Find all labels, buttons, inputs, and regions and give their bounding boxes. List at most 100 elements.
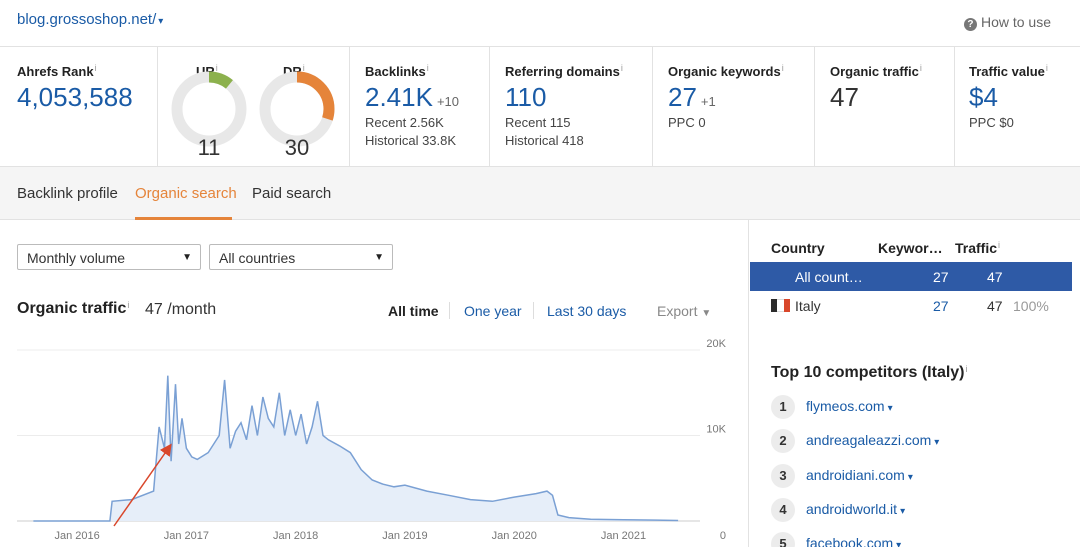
how-to-use-link[interactable]: ? How to use <box>963 14 1051 31</box>
keywords-column-header[interactable]: Keywor… <box>878 240 943 256</box>
x-tick-label: Jan 2020 <box>492 530 537 542</box>
countries-select-value: All countries <box>219 250 296 266</box>
info-icon: i <box>127 300 130 310</box>
competitor-rank: 2 <box>771 429 795 453</box>
range-all-time[interactable]: All time <box>388 303 439 319</box>
backlinks-metric: Backlinksi 2.41K +10 Recent 2.56K Histori… <box>365 47 459 167</box>
organic-keywords-metric: Organic keywordsi 27 +1 PPC 0 <box>668 47 784 167</box>
x-tick-label: Jan 2017 <box>164 530 209 542</box>
y-tick-label: 0 <box>720 530 726 542</box>
country-name: Italy <box>795 298 821 314</box>
domain-label: blog.grossoshop.net/ <box>17 11 157 28</box>
metric-label: Organic keywordsi <box>668 63 784 79</box>
competitor-link[interactable]: flymeos.com ▾ <box>806 398 893 414</box>
info-icon: i <box>965 364 968 374</box>
competitor-link[interactable]: androidworld.it ▾ <box>806 501 905 517</box>
chevron-down-icon: ▾ <box>896 540 902 547</box>
active-tab-indicator <box>135 217 232 220</box>
volume-select[interactable]: Monthly volume ▼ <box>17 244 201 270</box>
tab-backlink-profile[interactable]: Backlink profile <box>17 185 118 202</box>
ahrefs-rank-value: 4,053,588 <box>17 82 133 112</box>
organic-keywords-delta: +1 <box>700 94 716 109</box>
help-icon: ? <box>963 18 977 31</box>
range-last-30-days[interactable]: Last 30 days <box>547 303 626 319</box>
referring-domains-metric: Referring domainsi 110 Recent 115 Histor… <box>505 47 623 167</box>
traffic-column-header[interactable]: Traffici <box>955 240 1000 256</box>
metrics-bar: Ahrefs Ranki 4,053,588 URi 11 DRi 30 Bac… <box>0 47 1080 167</box>
competitor-rank: 4 <box>771 498 795 522</box>
divider <box>349 47 350 167</box>
range-one-year[interactable]: One year <box>464 303 522 319</box>
traffic-share: 100% <box>1013 298 1049 314</box>
traffic-count: 47 <box>987 298 1003 314</box>
volume-select-value: Monthly volume <box>27 250 126 266</box>
backlinks-recent: Recent 2.56K <box>365 115 444 130</box>
backlinks-delta: +10 <box>436 94 460 109</box>
table-row-all-countries[interactable]: All count… 27 47 <box>750 262 1072 291</box>
country-column-header[interactable]: Country <box>771 240 825 256</box>
metric-label: Traffic valuei <box>969 63 1048 79</box>
x-tick-label: Jan 2016 <box>54 530 99 542</box>
organic-traffic-value: 47 <box>830 82 859 112</box>
y-tick-label: 20K <box>706 338 726 350</box>
organic-traffic-title: Organic traffici <box>17 300 130 317</box>
competitors-title: Top 10 competitors (Italy)i <box>771 364 968 381</box>
divider <box>533 302 534 319</box>
info-icon: i <box>1045 63 1048 73</box>
metric-label: Referring domainsi <box>505 63 623 79</box>
info-icon: i <box>919 63 922 73</box>
chevron-down-icon: ▼ <box>701 308 712 319</box>
metric-label: Ahrefs Ranki <box>17 63 97 79</box>
export-button[interactable]: Export ▼ <box>657 303 711 319</box>
top-bar: blog.grossoshop.net/▾ ? How to use <box>0 0 1080 47</box>
backlinks-historical: Historical 33.8K <box>365 133 457 148</box>
tab-organic-search[interactable]: Organic search <box>135 185 237 202</box>
metric-label: Organic traffici <box>830 63 922 79</box>
traffic-value-ppc: PPC $0 <box>969 115 1014 130</box>
country-name: All count… <box>795 269 863 285</box>
divider <box>449 302 450 319</box>
referring-domains-recent: Recent 115 <box>505 115 571 130</box>
ur-value: 11 <box>197 135 221 160</box>
referring-domains-value[interactable]: 110 <box>505 82 623 113</box>
italy-flag-icon <box>771 299 790 312</box>
organic-traffic-monthly: 47 /month <box>145 301 217 318</box>
organic-traffic-chart: Jan 2016 Jan 2017 Jan 2018 Jan 2019 Jan 2020… <box>17 338 727 542</box>
competitor-link[interactable]: andreagaleazzi.com ▾ <box>806 432 939 448</box>
keywords-count: 27 <box>933 269 949 285</box>
x-tick-label: Jan 2021 <box>601 530 646 542</box>
competitor-link[interactable]: facebook.com ▾ <box>806 535 901 547</box>
chevron-down-icon: ▾ <box>907 472 913 483</box>
keywords-count[interactable]: 27 <box>933 298 949 314</box>
info-icon: i <box>620 63 623 73</box>
referring-domains-historical: Historical 418 <box>505 133 584 148</box>
countries-select[interactable]: All countries ▼ <box>209 244 393 270</box>
competitor-rank: 3 <box>771 464 795 488</box>
ahrefs-rank-metric: Ahrefs Ranki 4,053,588 <box>17 47 133 167</box>
how-to-use-label: How to use <box>980 14 1051 30</box>
tab-paid-search[interactable]: Paid search <box>252 185 331 202</box>
dr-value: 30 <box>284 135 310 160</box>
traffic-value-value[interactable]: $4 <box>969 82 1048 113</box>
chevron-down-icon: ▼ <box>182 252 192 263</box>
panel-divider <box>748 220 749 547</box>
metric-label: Backlinksi <box>365 63 429 79</box>
domain-selector[interactable]: blog.grossoshop.net/▾ <box>17 11 163 28</box>
competitor-link[interactable]: androidiani.com ▾ <box>806 467 913 483</box>
info-icon: i <box>426 63 429 73</box>
chevron-down-icon: ▾ <box>887 403 893 414</box>
x-tick-label: Jan 2019 <box>382 530 427 542</box>
y-tick-label: 10K <box>706 424 726 436</box>
competitor-rank: 1 <box>771 395 795 419</box>
chevron-down-icon: ▾ <box>934 437 940 448</box>
organic-keywords-value[interactable]: 27 +1 <box>668 82 784 113</box>
traffic-value-metric: Traffic valuei $4 PPC $0 <box>969 47 1048 167</box>
divider <box>954 47 955 167</box>
chevron-down-icon: ▾ <box>158 16 164 27</box>
backlinks-value[interactable]: 2.41K +10 <box>365 82 459 113</box>
info-icon: i <box>998 240 1001 250</box>
divider <box>814 47 815 167</box>
divider <box>157 47 158 167</box>
x-tick-label: Jan 2018 <box>273 530 318 542</box>
competitor-rank: 5 <box>771 532 795 547</box>
